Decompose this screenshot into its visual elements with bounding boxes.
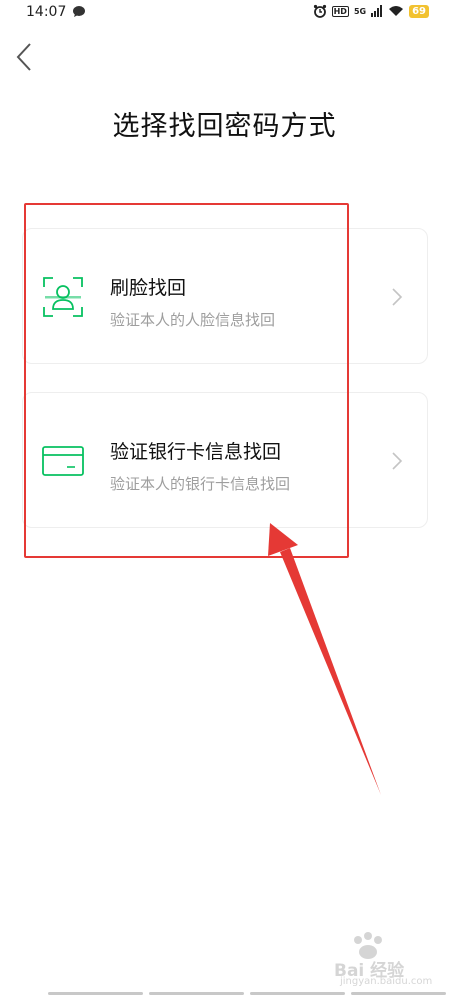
gesture-bar-segment [149, 992, 244, 995]
annotation-arrow [268, 523, 381, 795]
gesture-bar-segment [351, 992, 446, 995]
watermark-url: jingyan.baidu.com [340, 976, 433, 987]
gesture-bar-segment [48, 992, 143, 995]
watermark: Bai 经验 jingyan.baidu.com [300, 930, 440, 990]
bottom-gesture-bar [48, 992, 446, 996]
gesture-bar-segment [250, 992, 345, 995]
